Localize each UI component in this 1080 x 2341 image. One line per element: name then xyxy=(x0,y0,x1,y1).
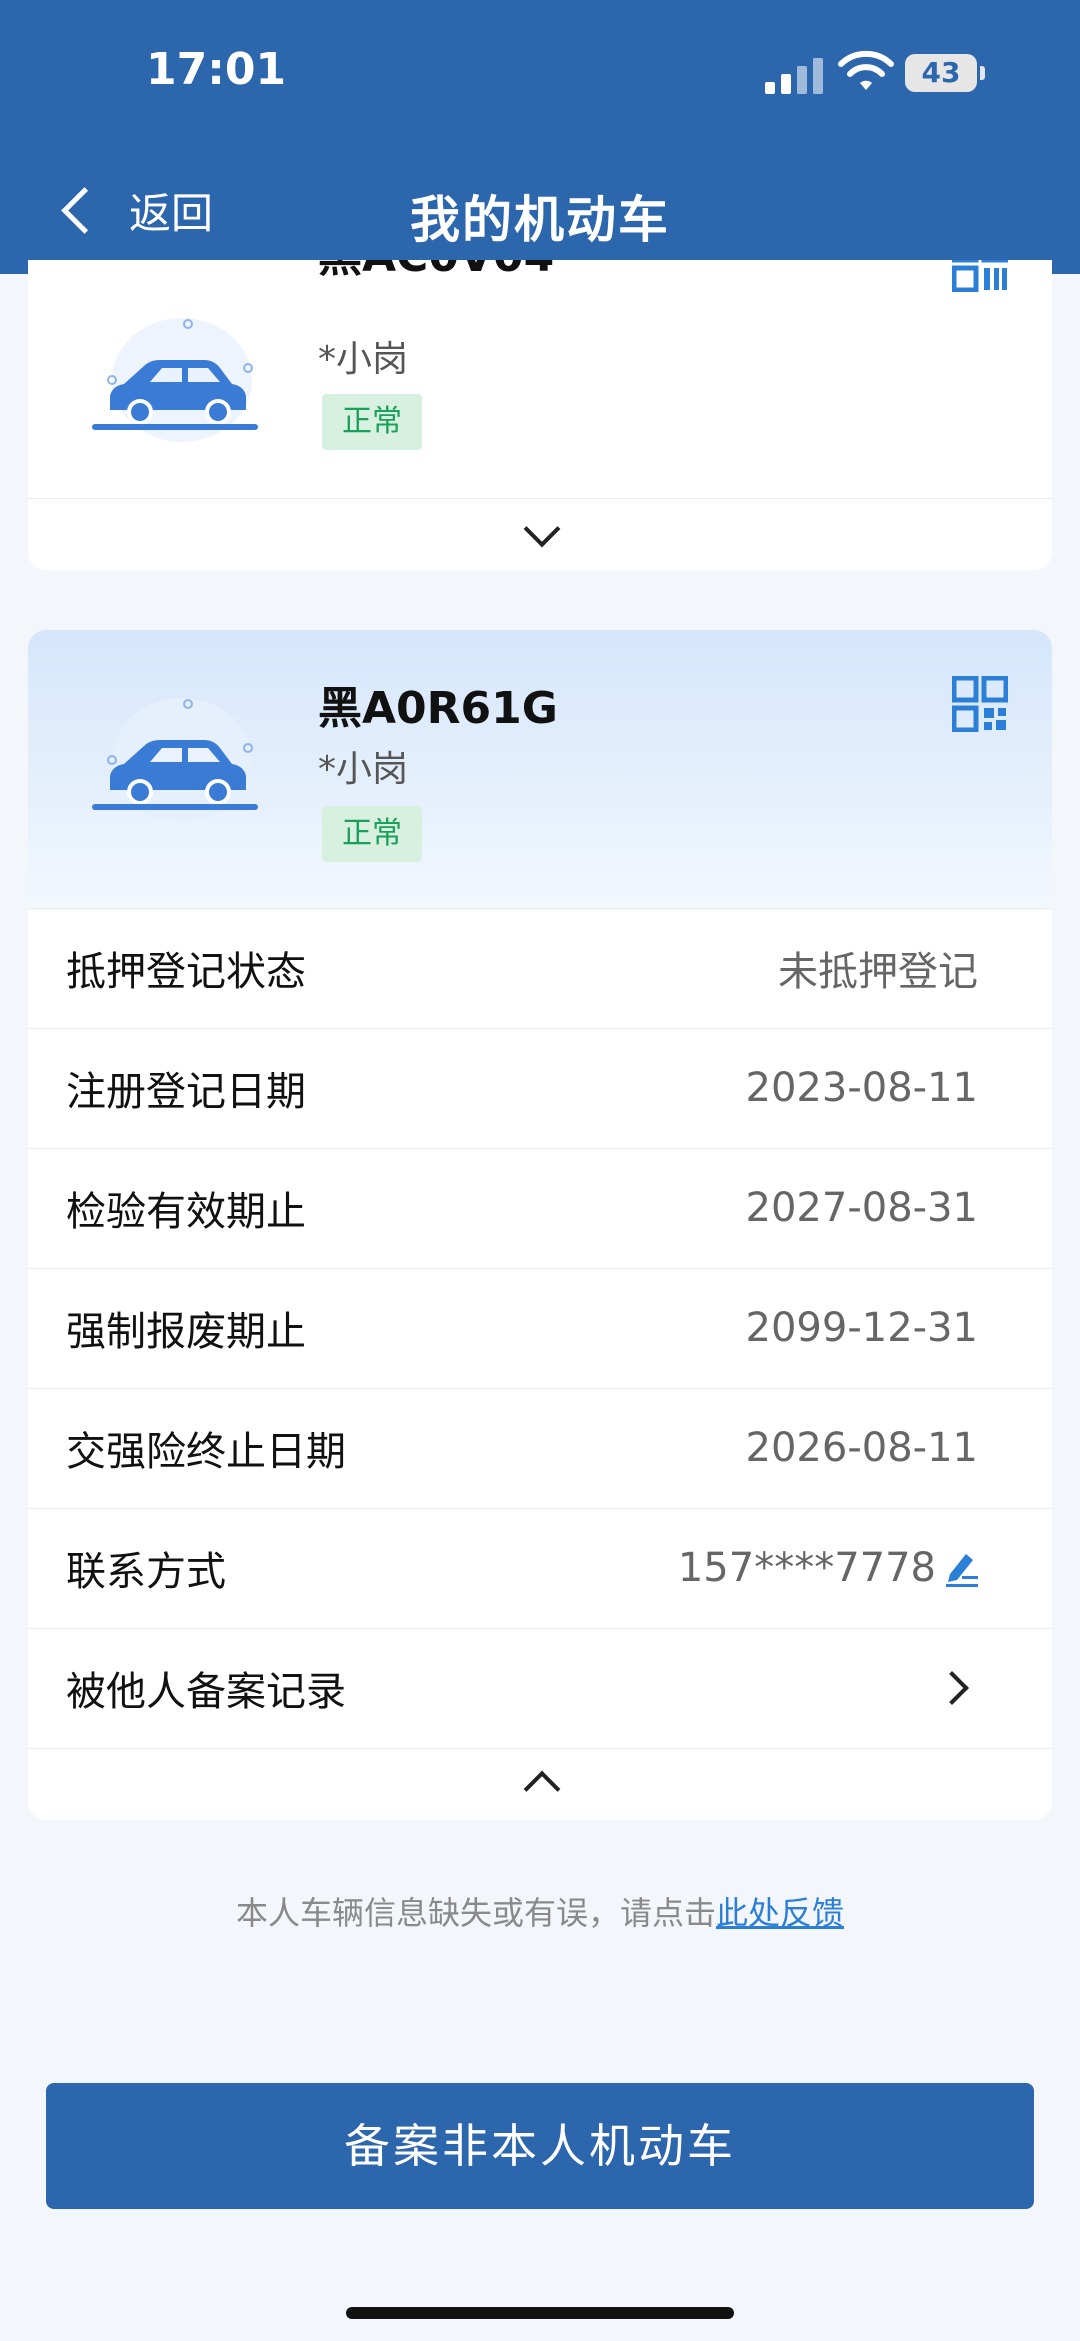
status-badge: 正常 xyxy=(322,394,422,450)
card-divider xyxy=(28,498,1052,499)
edit-icon[interactable] xyxy=(942,1548,982,1588)
detail-row-mortgage: 抵押登记状态 未抵押登记 xyxy=(28,908,1052,1028)
vehicle-plate: 黑A0R61G xyxy=(318,683,558,734)
detail-value: 2023-08-11 xyxy=(745,1065,978,1111)
detail-row-insurance: 交强险终止日期 2026-08-11 xyxy=(28,1388,1052,1508)
detail-label: 检验有效期止 xyxy=(66,1189,306,1235)
qr-code-icon[interactable] xyxy=(952,260,1008,292)
feedback-text: 本人车辆信息缺失或有误，请点击此处反馈 xyxy=(0,1888,1080,1934)
detail-label: 被他人备案记录 xyxy=(66,1669,346,1715)
chevron-up-icon[interactable] xyxy=(523,1770,561,1808)
detail-value: 157****7778 xyxy=(677,1545,936,1591)
signal-icon xyxy=(765,58,825,94)
chevron-right-icon xyxy=(935,1671,969,1705)
detail-row-inspection: 检验有效期止 2027-08-31 xyxy=(28,1148,1052,1268)
feedback-message: 本人车辆信息缺失或有误，请点击 xyxy=(235,1894,716,1932)
car-icon xyxy=(92,698,258,822)
home-indicator xyxy=(346,2307,734,2319)
app-header: 17:01 43 返回 我的机动车 xyxy=(0,0,1080,274)
register-other-vehicle-button[interactable]: 备案非本人机动车 xyxy=(46,2083,1034,2209)
battery-icon: 43 xyxy=(905,54,977,92)
detail-value: 2099-12-31 xyxy=(745,1305,978,1351)
page-title: 我的机动车 xyxy=(410,191,670,249)
detail-row-scrap: 强制报废期止 2099-12-31 xyxy=(28,1268,1052,1388)
detail-label: 强制报废期止 xyxy=(66,1309,306,1355)
detail-row-records[interactable]: 被他人备案记录 xyxy=(28,1628,1052,1748)
detail-label: 交强险终止日期 xyxy=(66,1429,346,1475)
qr-code-icon[interactable] xyxy=(952,676,1008,732)
detail-value: 2027-08-31 xyxy=(745,1185,978,1231)
detail-label: 联系方式 xyxy=(66,1549,226,1595)
detail-row-contact[interactable]: 联系方式 157****7778 xyxy=(28,1508,1052,1628)
detail-value: 2026-08-11 xyxy=(745,1425,978,1471)
status-bar: 17:01 43 xyxy=(0,0,1080,140)
vehicle-owner: *小岗 xyxy=(318,749,409,790)
detail-label: 抵押登记状态 xyxy=(66,949,306,995)
vehicle-card-2[interactable]: 黑A0R61G *小岗 正常 抵押登记状态 未抵押登记 注册登记日期 2023-… xyxy=(28,630,1052,1820)
vehicle-owner: *小岗 xyxy=(318,339,409,380)
wifi-icon xyxy=(838,50,894,90)
car-icon xyxy=(92,318,258,442)
feedback-link[interactable]: 此处反馈 xyxy=(716,1894,844,1932)
vehicle-plate: 黑AC0V04 xyxy=(318,260,554,284)
detail-value: 未抵押登记 xyxy=(778,949,978,995)
vehicle-card-1[interactable]: 黑AC0V04 *小岗 正常 xyxy=(28,260,1052,570)
status-badge: 正常 xyxy=(322,806,422,862)
row-divider xyxy=(28,1748,1052,1749)
battery-cap xyxy=(980,66,985,80)
chevron-down-icon[interactable] xyxy=(523,510,561,548)
detail-row-register-date: 注册登记日期 2023-08-11 xyxy=(28,1028,1052,1148)
detail-label: 注册登记日期 xyxy=(66,1069,306,1115)
status-time: 17:01 xyxy=(146,44,287,95)
